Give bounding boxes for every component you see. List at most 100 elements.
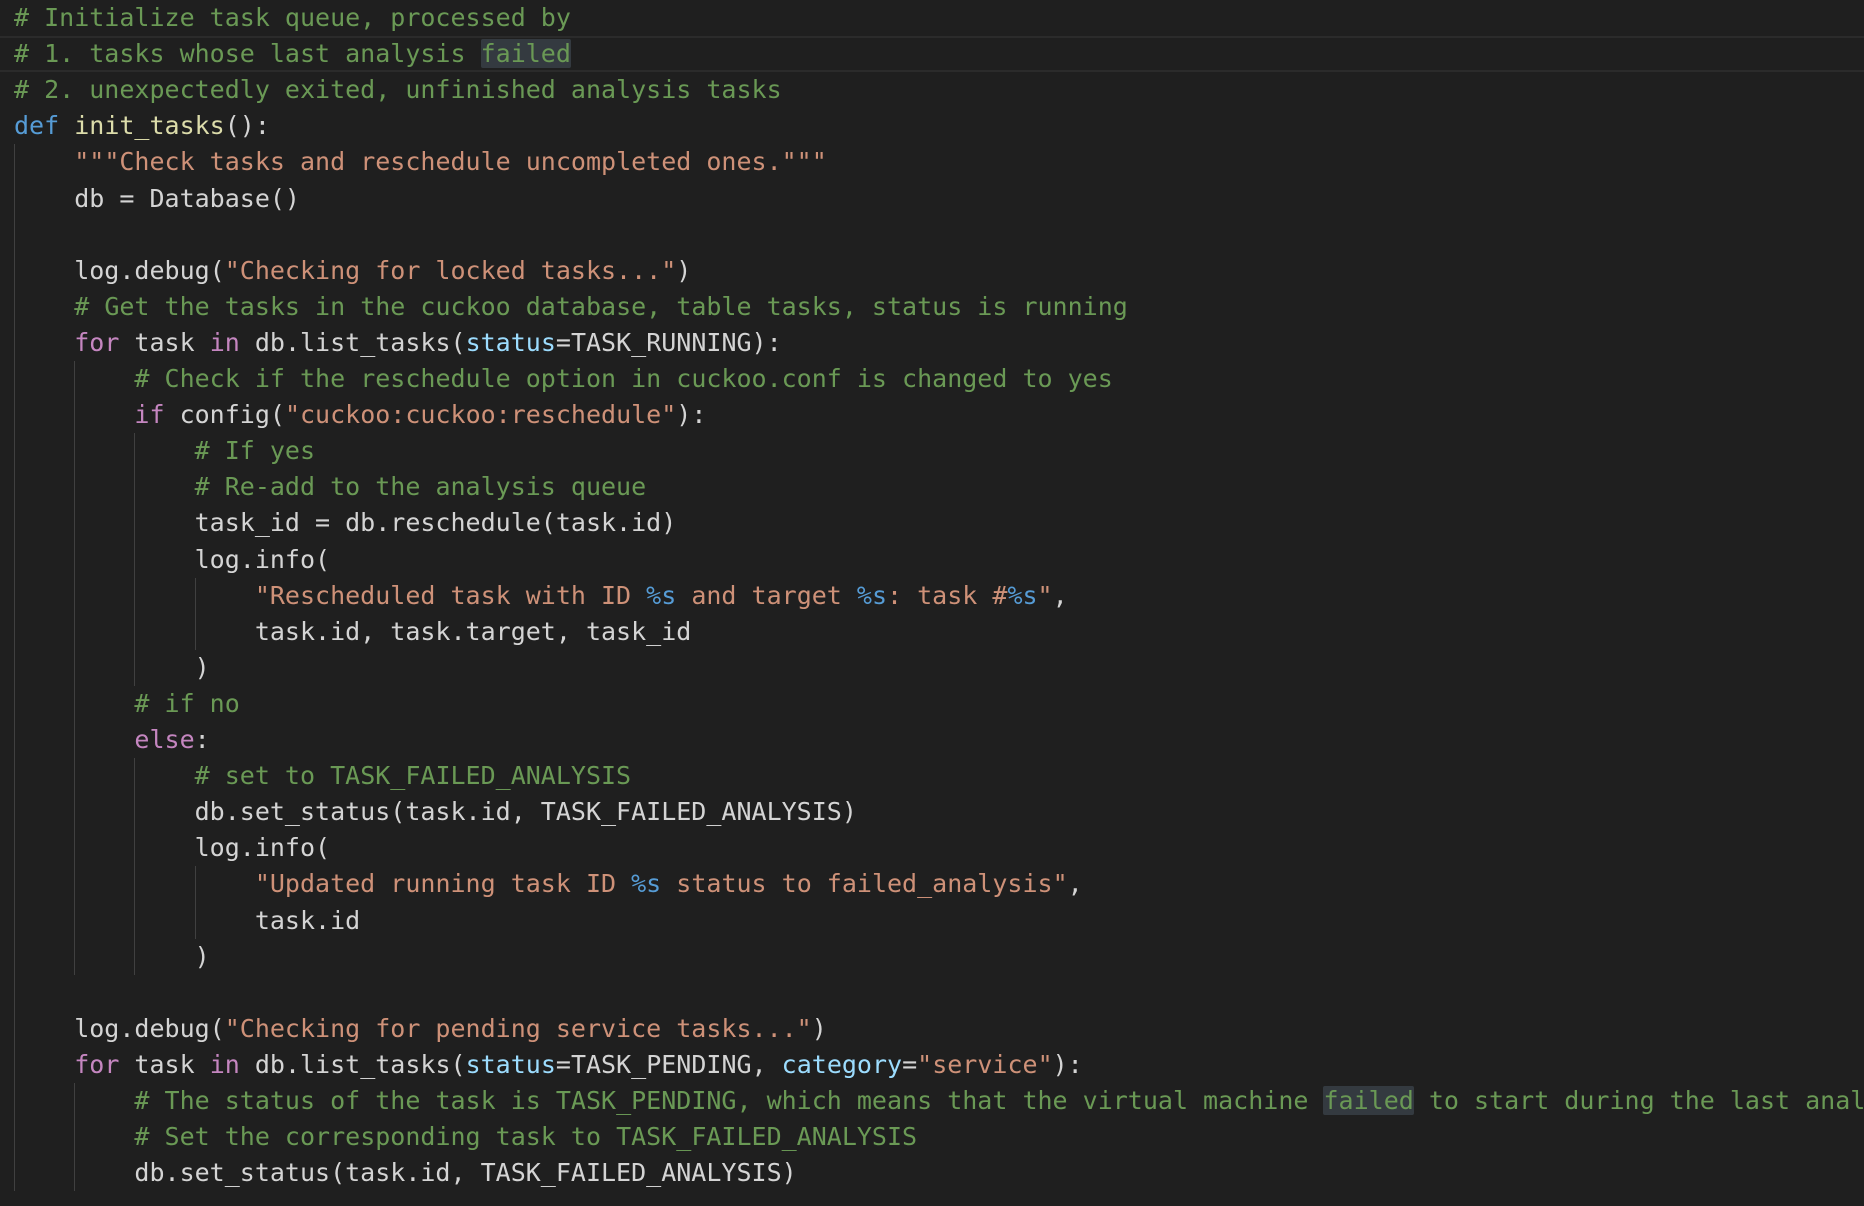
code-line[interactable]: # Re-add to the analysis queue — [0, 469, 1864, 505]
code-line-text: ) — [14, 939, 210, 975]
code-token: db.list_tasks( — [239, 327, 466, 357]
code-token: config( — [164, 400, 285, 430]
code-token: db.set_status(task.id, TASK_FAILED_ANALY… — [14, 797, 857, 827]
code-token: # Set the corresponding task to TASK_FAI… — [134, 1122, 918, 1152]
code-line[interactable]: for task in db.list_tasks(status=TASK_RU… — [0, 325, 1864, 361]
code-line[interactable]: task.id — [0, 903, 1864, 939]
code-line[interactable]: log.info( — [0, 830, 1864, 866]
code-token: "service" — [917, 1049, 1053, 1079]
code-token: db.list_tasks( — [239, 1049, 466, 1079]
code-token: # Get the tasks in the cuckoo database, … — [74, 291, 1128, 321]
code-token: = — [902, 1049, 918, 1079]
code-line[interactable]: for task in db.list_tasks(status=TASK_PE… — [0, 1047, 1864, 1083]
code-line[interactable]: # Initialize task queue, processed by — [0, 0, 1864, 36]
code-token: db.set_status(task.id, TASK_FAILED_ANALY… — [14, 1158, 797, 1188]
code-token: status to failed_analysis" — [661, 869, 1068, 899]
code-token: =TASK_RUNNING): — [555, 327, 782, 357]
code-token: in — [209, 1049, 240, 1079]
code-token: log.debug( — [14, 255, 225, 285]
code-token: # The status of the task is TASK_PENDING… — [134, 1086, 1324, 1115]
code-line-text: task_id = db.reschedule(task.id) — [14, 505, 677, 541]
code-line[interactable]: log.info( — [0, 542, 1864, 578]
code-editor[interactable]: # Initialize task queue, processed by # 1… — [0, 0, 1864, 1206]
code-line-text: "Updated running task ID %s status to fa… — [14, 866, 1083, 902]
code-line[interactable]: db = Database() — [0, 181, 1864, 217]
code-line[interactable]: task_id = db.reschedule(task.id) — [0, 505, 1864, 541]
code-line[interactable]: # Check if the reschedule option in cuck… — [0, 361, 1864, 397]
code-line-text: db.set_status(task.id, TASK_FAILED_ANALY… — [14, 1155, 797, 1191]
code-line-text: db.set_status(task.id, TASK_FAILED_ANALY… — [14, 794, 857, 830]
code-line[interactable]: """Check tasks and reschedule uncomplete… — [0, 144, 1864, 180]
code-line[interactable]: log.debug("Checking for pending service … — [0, 1011, 1864, 1047]
code-line[interactable]: db.set_status(task.id, TASK_FAILED_ANALY… — [0, 1155, 1864, 1191]
code-token: # If yes — [194, 436, 316, 466]
code-line-text: log.debug("Checking for pending service … — [14, 1011, 827, 1047]
code-token: "Checking for pending service tasks..." — [224, 1013, 812, 1043]
code-token: : task # — [887, 580, 1008, 610]
search-highlight: failed — [480, 39, 571, 69]
code-token: # Check if the reschedule option in cuck… — [134, 364, 1113, 393]
code-token: init_tasks — [74, 111, 225, 141]
code-line-text: # Get the tasks in the cuckoo database, … — [14, 289, 1128, 325]
code-token: # Re-add to the analysis queue — [194, 472, 647, 502]
code-line[interactable]: task.id, task.target, task_id — [0, 614, 1864, 650]
code-line-text: "Rescheduled task with ID %s and target … — [14, 578, 1068, 614]
indent-guide — [134, 433, 136, 686]
code-token: # if no — [134, 688, 240, 718]
code-line[interactable]: # set to TASK_FAILED_ANALYSIS — [0, 758, 1864, 794]
code-line-text: # set to TASK_FAILED_ANALYSIS — [14, 758, 632, 794]
code-token: log.debug( — [14, 1013, 225, 1043]
code-line-text: for task in db.list_tasks(status=TASK_PE… — [14, 1047, 1083, 1083]
code-line[interactable] — [0, 975, 1864, 1011]
code-token: """Check tasks and reschedule uncomplete… — [74, 147, 827, 177]
code-line[interactable]: # Set the corresponding task to TASK_FAI… — [0, 1119, 1864, 1155]
code-line-text: # Re-add to the analysis queue — [14, 469, 647, 505]
code-line-text: log.debug("Checking for locked tasks..."… — [14, 253, 691, 289]
code-line[interactable]: db.set_status(task.id, TASK_FAILED_ANALY… — [0, 794, 1864, 830]
code-line-text: else: — [14, 722, 209, 758]
code-token: ) — [676, 255, 692, 285]
code-line[interactable]: ) — [0, 939, 1864, 975]
code-line[interactable]: if config("cuckoo:cuckoo:reschedule"): — [0, 397, 1864, 433]
indent-guide — [14, 144, 15, 1192]
code-token: %s — [856, 580, 888, 610]
code-line[interactable]: else: — [0, 722, 1864, 758]
code-token: db = Database() — [14, 183, 300, 213]
code-token: %s — [631, 869, 662, 899]
code-line[interactable]: # if no — [0, 686, 1864, 722]
code-token: "cuckoo:cuckoo:reschedule" — [284, 400, 677, 430]
code-token: task.id, task.target, task_id — [14, 616, 692, 646]
code-line[interactable]: # 1. tasks whose last analysis failed — [0, 36, 1864, 73]
code-token: # 2. unexpectedly exited, unfinished ana… — [14, 75, 782, 105]
indent-guide — [74, 361, 76, 975]
code-line[interactable]: # Get the tasks in the cuckoo database, … — [0, 289, 1864, 325]
code-token: category — [781, 1049, 903, 1079]
indent-guide — [194, 577, 196, 650]
code-line[interactable]: "Rescheduled task with ID %s and target … — [0, 578, 1864, 614]
code-line[interactable]: # 2. unexpectedly exited, unfinished ana… — [0, 72, 1864, 108]
code-line[interactable]: # If yes — [0, 433, 1864, 469]
code-token: # set to TASK_FAILED_ANALYSIS — [194, 761, 632, 791]
code-token: ) — [811, 1013, 827, 1043]
code-token: ) — [14, 941, 210, 971]
code-line-text: # Set the corresponding task to TASK_FAI… — [14, 1119, 917, 1155]
code-token: , — [1067, 869, 1083, 899]
code-token: %s — [646, 580, 677, 610]
code-line[interactable] — [0, 217, 1864, 253]
code-line[interactable]: # The status of the task is TASK_PENDING… — [0, 1083, 1864, 1119]
code-token: =TASK_PENDING, — [555, 1049, 782, 1079]
code-token: task_id = db.reschedule(task.id) — [14, 508, 677, 538]
code-line[interactable]: ) — [0, 650, 1864, 686]
code-line[interactable]: def init_tasks(): — [0, 108, 1864, 144]
code-line-text: # Initialize task queue, processed by — [14, 0, 571, 36]
code-line-text: # if no — [14, 686, 240, 722]
code-line[interactable]: "Updated running task ID %s status to fa… — [0, 866, 1864, 902]
code-line-text: # If yes — [14, 433, 315, 469]
code-line-text: task.id — [14, 903, 360, 939]
code-line[interactable]: log.debug("Checking for locked tasks..."… — [0, 253, 1864, 289]
